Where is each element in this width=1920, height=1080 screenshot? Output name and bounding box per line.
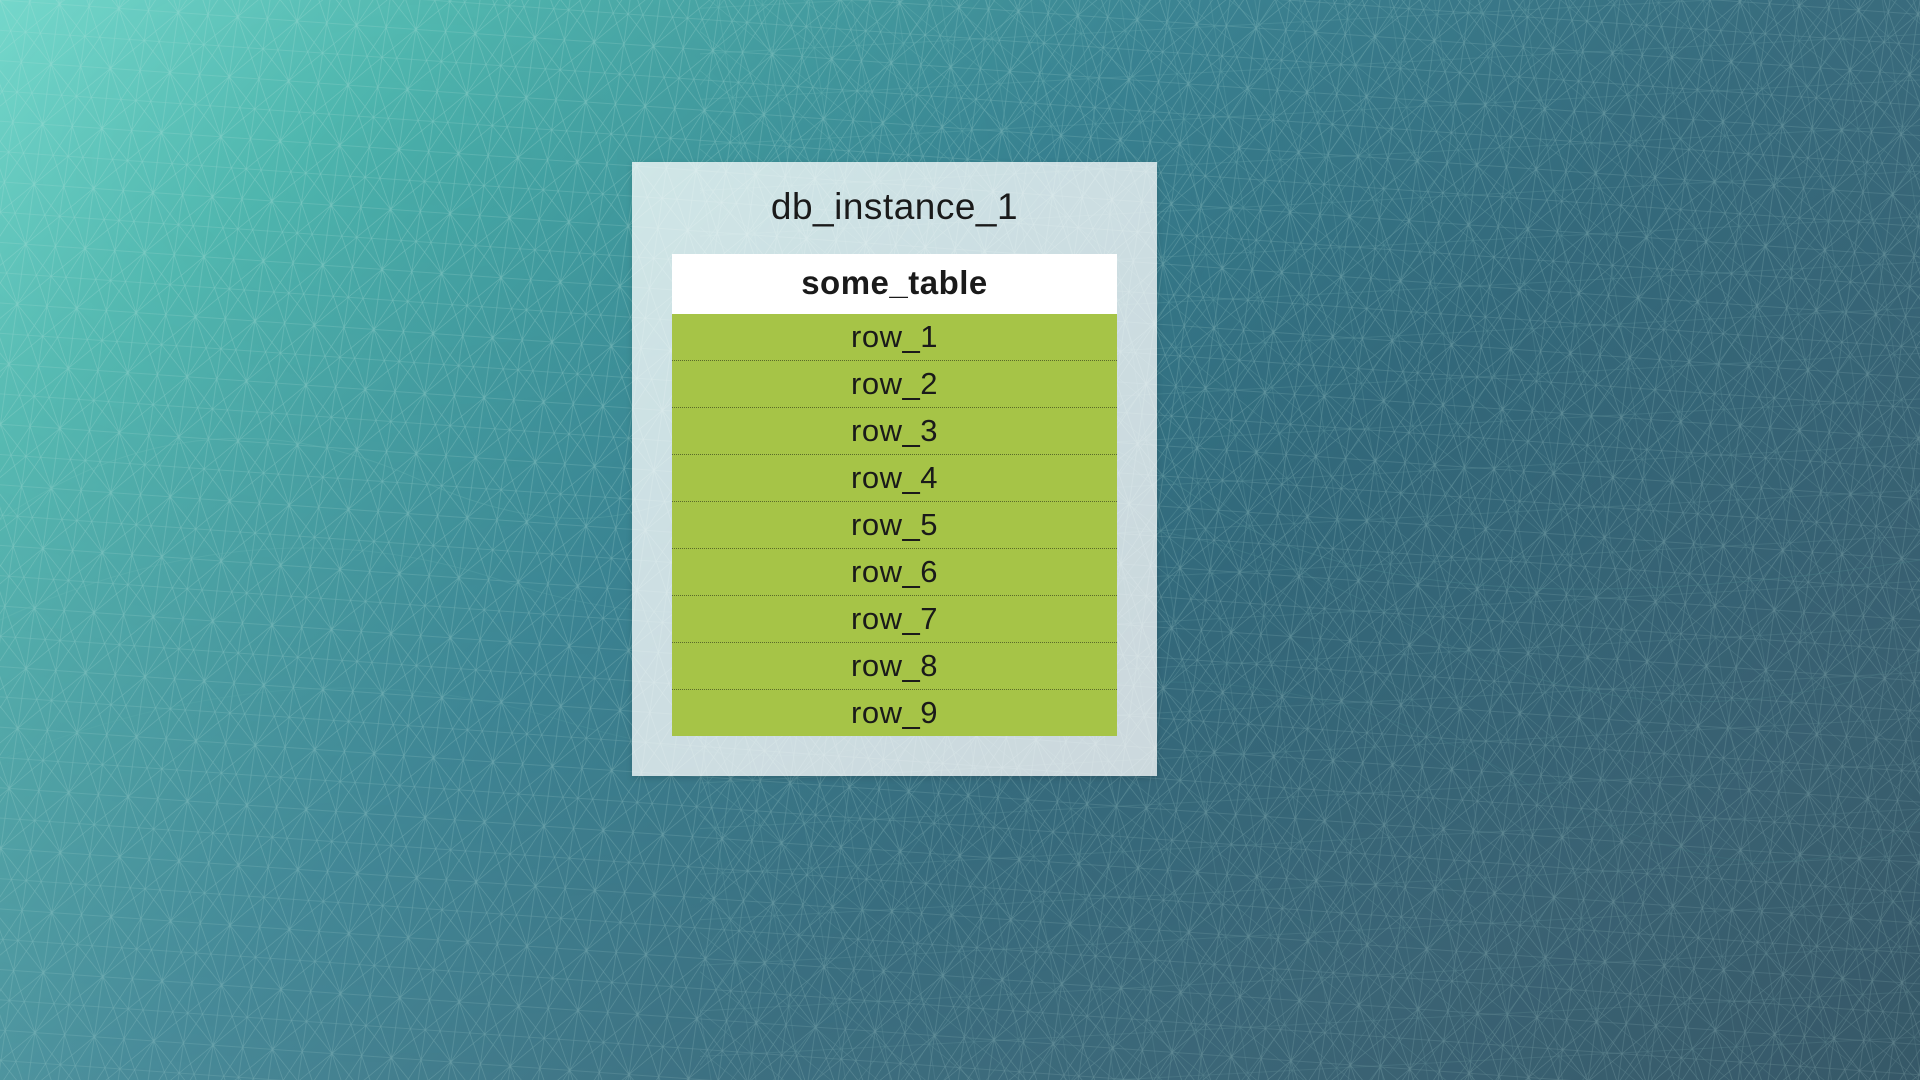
table-row: row_4 xyxy=(672,455,1117,502)
db-instance-container: db_instance_1 some_table row_1row_2row_3… xyxy=(632,162,1157,776)
db-instance-title: db_instance_1 xyxy=(672,186,1117,228)
table-row: row_7 xyxy=(672,596,1117,643)
table-row: row_9 xyxy=(672,690,1117,736)
table-row: row_6 xyxy=(672,549,1117,596)
table-row: row_5 xyxy=(672,502,1117,549)
table-container: some_table row_1row_2row_3row_4row_5row_… xyxy=(672,254,1117,736)
table-row: row_1 xyxy=(672,314,1117,361)
table-row: row_2 xyxy=(672,361,1117,408)
table-row: row_8 xyxy=(672,643,1117,690)
table-name-header: some_table xyxy=(672,254,1117,314)
table-rows-list: row_1row_2row_3row_4row_5row_6row_7row_8… xyxy=(672,314,1117,736)
table-row: row_3 xyxy=(672,408,1117,455)
